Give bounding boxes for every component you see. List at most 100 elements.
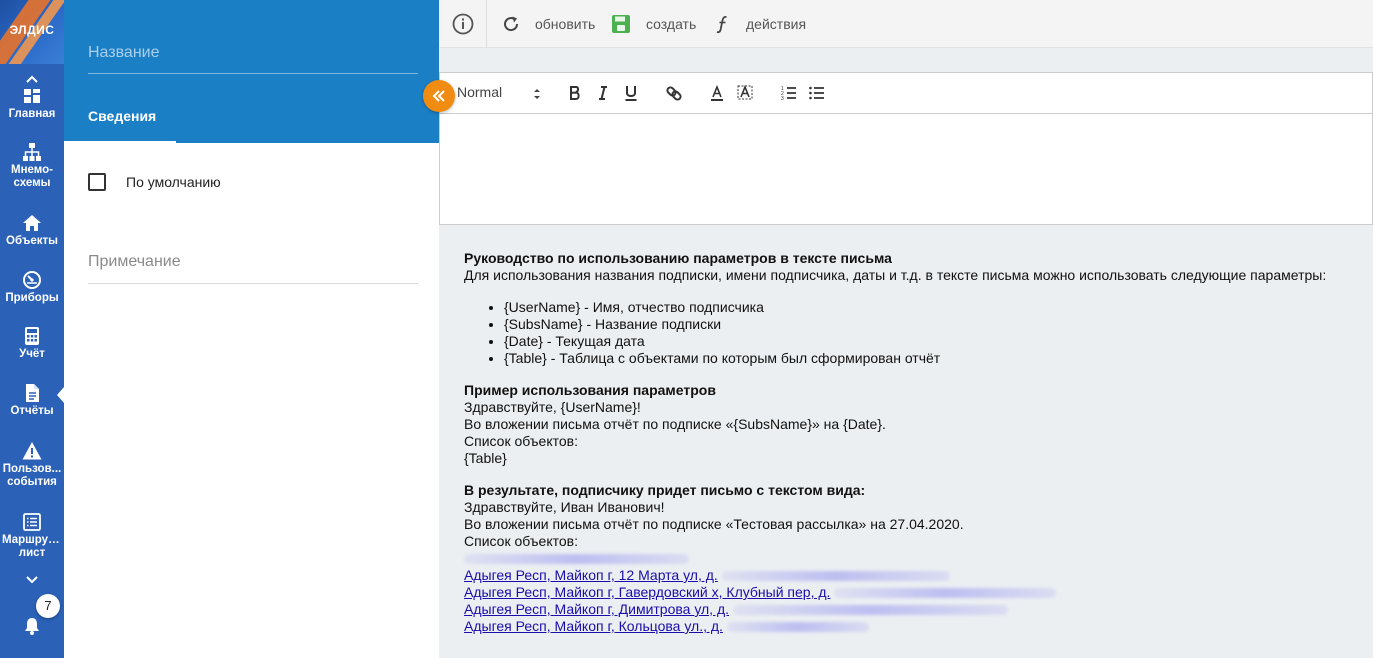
link-button[interactable] xyxy=(665,84,683,102)
result-line: Здравствуйте, Иван Иванович! xyxy=(464,499,665,515)
text-color-icon xyxy=(711,84,723,101)
nav-scroll-down-icon[interactable] xyxy=(0,572,64,590)
top-toolbar: обновить создать действия xyxy=(439,0,1373,48)
example-heading: Пример использования параметров xyxy=(464,382,716,398)
double-chevron-left-icon xyxy=(432,90,445,102)
bell-icon[interactable] xyxy=(22,616,42,636)
create-button[interactable]: создать xyxy=(611,12,696,36)
toolbar-divider xyxy=(486,0,487,48)
nav-item-label: лист xyxy=(18,547,46,559)
nav-item-label: схемы xyxy=(13,177,51,189)
result-line: Список объектов: xyxy=(464,533,578,549)
logo-text: ЭЛДИС xyxy=(9,23,55,37)
editor-body[interactable] xyxy=(440,114,1372,224)
redacted-line xyxy=(464,550,1364,567)
dashboard-icon xyxy=(24,89,40,103)
refresh-button[interactable]: обновить xyxy=(501,12,595,36)
nav-item-route-sheet[interactable]: Маршрут... лист xyxy=(0,512,64,560)
object-link[interactable]: Адыгея Респ, Майкоп г, 12 Марта ул, д. xyxy=(464,567,718,583)
link-icon xyxy=(666,86,682,101)
nav-rail: ЭЛДИС Главная Мнемо- схемы Объекты Прибо… xyxy=(0,0,64,658)
text-color-button[interactable] xyxy=(708,84,726,102)
warning-icon xyxy=(22,442,42,460)
object-link-row: Адыгея Респ, Майкоп г, 12 Марта ул, д. xyxy=(464,567,1364,584)
bold-icon xyxy=(570,86,580,100)
format-select[interactable]: Normal xyxy=(457,84,543,104)
default-checkbox[interactable] xyxy=(88,173,106,191)
nav-item-reports[interactable]: Отчёты xyxy=(0,383,64,418)
nav-item-mnemo[interactable]: Мнемо- схемы xyxy=(0,142,64,190)
result-heading: В результате, подписчику придет письмо с… xyxy=(464,482,866,498)
nav-item-label: Главная xyxy=(8,108,56,120)
note-input[interactable] xyxy=(88,240,418,284)
object-link-row: Адыгея Респ, Майкоп г, Гавердовский х, К… xyxy=(464,584,1364,601)
default-checkbox-label: По умолчанию xyxy=(126,174,221,190)
svg-text:3: 3 xyxy=(781,96,784,102)
select-arrows-icon xyxy=(534,89,540,99)
guide-heading: Руководство по использованию параметров … xyxy=(464,250,892,266)
brand-logo[interactable]: ЭЛДИС xyxy=(0,0,64,64)
underline-button[interactable] xyxy=(622,84,640,102)
params-list: {UserName} - Имя, отчество подписчика {S… xyxy=(504,299,1364,367)
nav-item-user-events[interactable]: Пользов... события xyxy=(0,441,64,489)
create-label: создать xyxy=(646,16,697,32)
param-item: {UserName} - Имя, отчество подписчика xyxy=(504,299,1364,316)
tab-active-underline xyxy=(64,141,176,143)
nav-item-label: Пользов... xyxy=(2,463,62,475)
nav-item-objects[interactable]: Объекты xyxy=(0,213,64,248)
actions-label: действия xyxy=(746,16,807,32)
format-select-value: Normal xyxy=(457,84,503,100)
italic-button[interactable] xyxy=(594,84,612,102)
subscription-form-panel: Сведения По умолчанию xyxy=(64,0,439,658)
object-link[interactable]: Адыгея Респ, Майкоп г, Кольцова ул., д. xyxy=(464,618,723,634)
result-line: Во вложении письма отчёт по подписке «Те… xyxy=(464,516,964,532)
bullet-list-button[interactable] xyxy=(808,84,826,102)
panel-header: Сведения xyxy=(64,0,439,143)
background-color-icon xyxy=(737,84,753,100)
param-item: {Date} - Текущая дата xyxy=(504,333,1364,350)
tab-info-label: Сведения xyxy=(88,108,157,124)
nav-item-home[interactable]: Главная xyxy=(0,86,64,121)
object-link[interactable]: Адыгея Респ, Майкоп г, Димитрова ул, д. xyxy=(464,601,729,617)
parameters-guide: Руководство по использованию параметров … xyxy=(464,250,1364,635)
rich-text-editor: Normal 1 2 3 xyxy=(439,72,1373,225)
actions-button[interactable]: действия xyxy=(713,12,806,36)
ordered-list-icon: 1 2 3 xyxy=(781,86,796,102)
bold-button[interactable] xyxy=(566,84,584,102)
nav-item-accounting[interactable]: Учёт xyxy=(0,326,64,361)
editor-toolbar: Normal 1 2 3 xyxy=(440,73,1372,114)
notification-badge[interactable]: 7 xyxy=(36,594,60,618)
nav-item-label: события xyxy=(7,476,57,488)
nav-item-label: Объекты xyxy=(6,235,58,247)
example-line: Список объектов: xyxy=(464,433,578,449)
home-icon xyxy=(23,215,41,231)
refresh-label: обновить xyxy=(535,16,596,32)
example-line: Здравствуйте, {UserName}! xyxy=(464,399,641,415)
underline-icon xyxy=(625,86,637,101)
object-link-row: Адыгея Респ, Майкоп г, Димитрова ул, д. xyxy=(464,601,1364,618)
example-line: {Table} xyxy=(464,450,507,466)
function-icon xyxy=(716,16,727,34)
active-indicator xyxy=(57,387,64,403)
object-link[interactable]: Адыгея Респ, Майкоп г, Гавердовский х, К… xyxy=(464,584,830,600)
collapse-panel-button[interactable] xyxy=(423,80,455,112)
calculator-icon xyxy=(25,327,39,345)
nav-item-label: Отчёты xyxy=(10,405,54,417)
param-item: {Table} - Таблица с объектами по которым… xyxy=(504,350,1364,367)
bullet-list-icon xyxy=(809,86,824,100)
ordered-list-button[interactable]: 1 2 3 xyxy=(780,84,798,102)
nav-item-devices[interactable]: Приборы xyxy=(0,270,64,305)
background-color-button[interactable] xyxy=(736,84,754,102)
nav-item-label: Учёт xyxy=(19,348,45,360)
object-link-row: Адыгея Респ, Майкоп г, Кольцова ул., д. xyxy=(464,618,1364,635)
nav-item-label: Маршрут... xyxy=(2,534,63,546)
tab-info[interactable]: Сведения xyxy=(64,108,176,143)
info-icon[interactable] xyxy=(451,12,475,36)
default-checkbox-row[interactable]: По умолчанию xyxy=(88,171,221,193)
italic-icon xyxy=(599,86,607,100)
list-icon xyxy=(23,513,41,531)
guide-intro: Для использования названия подписки, име… xyxy=(464,267,1327,283)
gauge-icon xyxy=(23,271,41,289)
main-content: обновить создать действия Normal 1 2 3 Р… xyxy=(439,0,1373,658)
title-input[interactable] xyxy=(88,32,418,74)
